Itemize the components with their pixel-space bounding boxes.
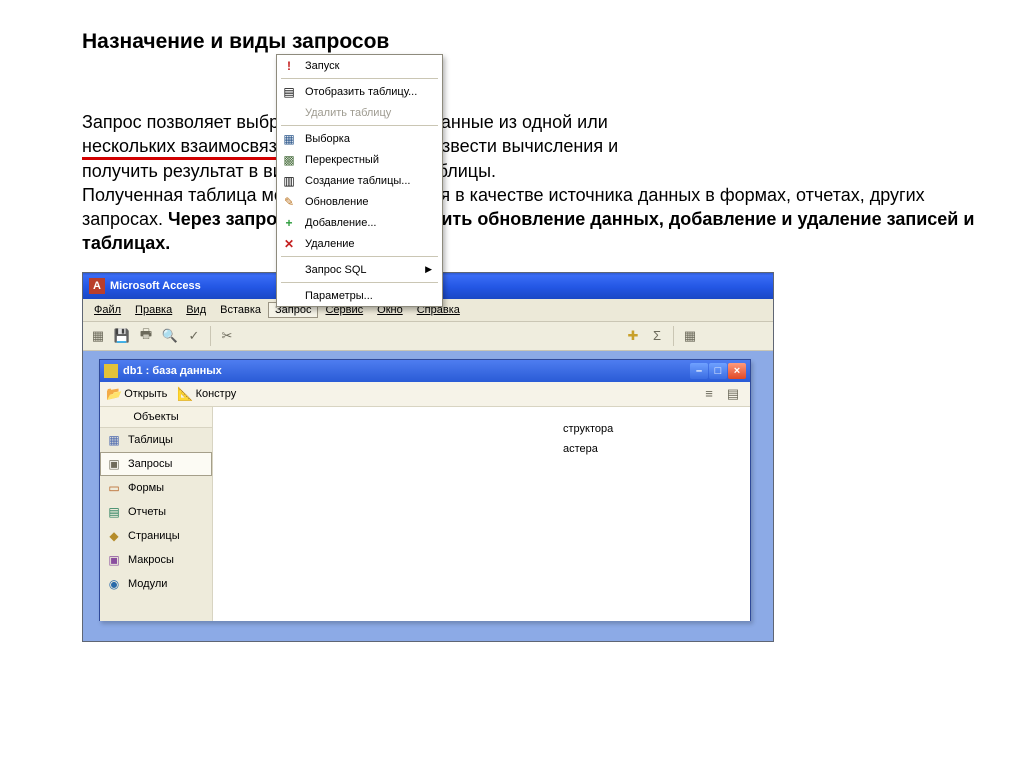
dd-delete[interactable]: ✕ Удаление [277, 233, 442, 254]
toolbar-save-icon[interactable]: 💾 [111, 325, 133, 347]
design-button[interactable]: 📐 [177, 383, 193, 405]
details-icon[interactable]: ▤ [722, 383, 744, 405]
toolbar-view-icon[interactable]: ▦ [87, 325, 109, 347]
sidebar-head: Объекты [100, 407, 212, 428]
dd-update[interactable]: ✎ Обновление [277, 191, 442, 212]
sidebar-item-pages[interactable]: ◆ Страницы [100, 524, 212, 548]
db-title-text: db1 : база данных [123, 365, 222, 377]
reports-icon: ▤ [106, 504, 122, 520]
toolbar: ▦ 💾 🖶 🔍 ✓ ✂ ✚ Σ ▦ [83, 322, 773, 351]
dd-crosstab[interactable]: ▩ Перекрестный [277, 149, 442, 170]
app-title: Microsoft Access [110, 280, 201, 292]
slide-body: Запрос позволяет выбрать необходимые дан… [82, 110, 984, 256]
dd-run[interactable]: ! Запуск [277, 55, 442, 76]
sidebar-item-forms[interactable]: ▭ Формы [100, 476, 212, 500]
query-dropdown: ! Запуск ▤ Отобразить таблицу... Удалить… [276, 54, 443, 307]
menu-view[interactable]: Вид [179, 302, 213, 318]
sidebar-item-tables[interactable]: ▦ Таблицы [100, 428, 212, 452]
toolbar-add-icon[interactable]: ✚ [622, 325, 644, 347]
sidebar-item-reports[interactable]: ▤ Отчеты [100, 500, 212, 524]
pane-line-1[interactable]: структора [555, 419, 621, 439]
dd-sql[interactable]: Запрос SQL ▶ [277, 259, 442, 280]
list-icon[interactable]: ≡ [698, 383, 720, 405]
dd-make-table[interactable]: ▥ Создание таблицы... [277, 170, 442, 191]
show-table-icon: ▤ [281, 84, 297, 100]
close-button[interactable]: × [728, 363, 746, 379]
slide-heading: Назначение и виды запросов [82, 30, 984, 54]
db-icon [104, 364, 118, 378]
open-button[interactable]: 📂 [106, 383, 122, 405]
maximize-button[interactable]: □ [709, 363, 727, 379]
modules-icon: ◉ [106, 576, 122, 592]
menu-insert[interactable]: Вставка [213, 302, 268, 318]
make-table-icon: ▥ [281, 173, 297, 189]
toolbar-misc-icon[interactable]: ▦ [679, 325, 701, 347]
dd-del-table: Удалить таблицу [277, 102, 442, 123]
dd-show-table[interactable]: ▤ Отобразить таблицу... [277, 81, 442, 102]
db-toolbar: 📂 Открыть 📐 Констру ≡ ▤ [100, 382, 750, 407]
queries-icon: ▣ [106, 456, 122, 472]
menu-file[interactable]: Файл [87, 302, 128, 318]
crosstab-icon: ▩ [281, 152, 297, 168]
toolbar-cut-icon[interactable]: ✂ [216, 325, 238, 347]
select-icon: ▦ [281, 131, 297, 147]
pane-line-2[interactable]: астера [555, 439, 621, 459]
update-icon: ✎ [281, 194, 297, 210]
sidebar-item-queries[interactable]: ▣ Запросы [100, 452, 212, 476]
access-window: A Microsoft Access Файл Правка Вид Встав… [82, 272, 774, 642]
open-label: Открыть [124, 388, 167, 400]
toolbar-spell-icon[interactable]: ✓ [183, 325, 205, 347]
sidebar-item-macros[interactable]: ▣ Макросы [100, 548, 212, 572]
tables-icon: ▦ [106, 432, 122, 448]
design-label: Констру [196, 388, 237, 400]
minimize-button[interactable]: – [690, 363, 708, 379]
db-pane: структора астера [213, 407, 750, 621]
db-titlebar: db1 : база данных – □ × [100, 360, 750, 382]
menu-edit[interactable]: Правка [128, 302, 179, 318]
toolbar-preview-icon[interactable]: 🔍 [159, 325, 181, 347]
dd-append[interactable]: + Добавление... [277, 212, 442, 233]
chevron-right-icon: ▶ [425, 264, 432, 275]
toolbar-print-icon[interactable]: 🖶 [135, 325, 157, 347]
macros-icon: ▣ [106, 552, 122, 568]
para-bold: Через запрос можно производить обновлени… [82, 209, 974, 253]
app-icon: A [89, 278, 105, 294]
sidebar-item-modules[interactable]: ◉ Модули [100, 572, 212, 596]
dd-select[interactable]: ▦ Выборка [277, 128, 442, 149]
delete-icon: ✕ [281, 236, 297, 252]
forms-icon: ▭ [106, 480, 122, 496]
mdi-workspace: db1 : база данных – □ × 📂 Открыть 📐 Конс… [83, 351, 773, 641]
pages-icon: ◆ [106, 528, 122, 544]
toolbar-sigma-icon[interactable]: Σ [646, 325, 668, 347]
dd-params[interactable]: Параметры... [277, 285, 442, 306]
database-window: db1 : база данных – □ × 📂 Открыть 📐 Конс… [99, 359, 751, 621]
append-icon: + [281, 215, 297, 231]
run-icon: ! [281, 58, 297, 74]
db-sidebar: Объекты ▦ Таблицы ▣ Запросы ▭ Формы [100, 407, 213, 621]
